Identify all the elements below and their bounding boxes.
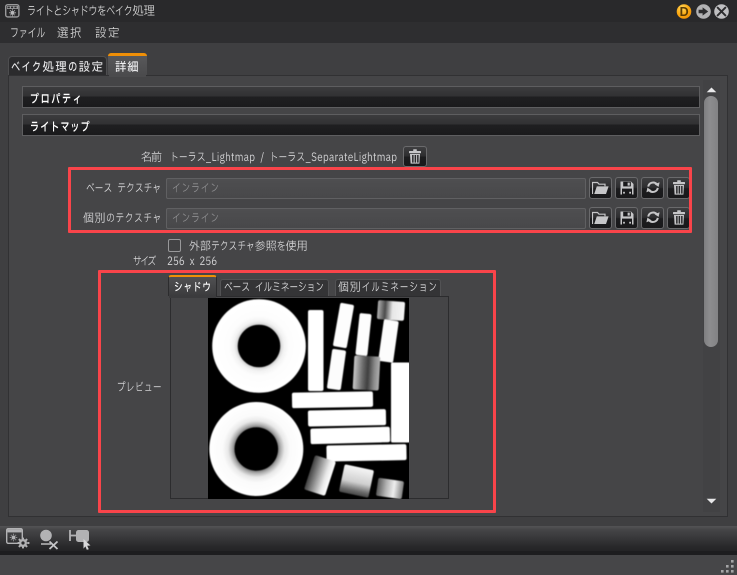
svg-text:D: D (680, 5, 689, 19)
